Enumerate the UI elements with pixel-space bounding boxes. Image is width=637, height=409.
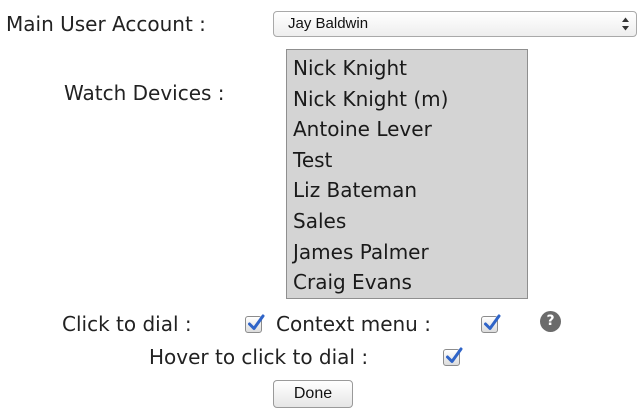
- list-item[interactable]: Nick Knight (m): [293, 84, 527, 115]
- help-icon[interactable]: ?: [540, 311, 561, 332]
- list-item[interactable]: Craig Evans: [293, 267, 527, 298]
- list-item[interactable]: Liz Bateman: [293, 175, 527, 206]
- list-item[interactable]: Test: [293, 145, 527, 176]
- list-item[interactable]: Antoine Lever: [293, 114, 527, 145]
- checkmark-icon: [248, 314, 265, 330]
- done-button[interactable]: Done: [273, 380, 353, 408]
- main-user-account-label: Main User Account :: [6, 12, 206, 36]
- list-item[interactable]: James Palmer: [293, 237, 527, 268]
- hover-to-click-to-dial-label: Hover to click to dial :: [149, 345, 369, 369]
- list-item[interactable]: Nick Knight: [293, 53, 527, 84]
- context-menu-checkbox[interactable]: [481, 314, 501, 333]
- main-user-account-value: Jay Baldwin: [288, 15, 369, 32]
- main-user-account-select[interactable]: Jay Baldwin: [273, 11, 637, 37]
- watch-devices-label: Watch Devices :: [64, 81, 225, 105]
- hover-to-click-to-dial-checkbox[interactable]: [443, 347, 463, 366]
- context-menu-label: Context menu :: [276, 312, 431, 336]
- watch-devices-listbox[interactable]: Nick Knight Nick Knight (m) Antoine Leve…: [286, 49, 528, 299]
- click-to-dial-label: Click to dial :: [62, 312, 192, 336]
- list-item[interactable]: Sales: [293, 206, 527, 237]
- checkmark-icon: [446, 347, 463, 363]
- select-arrows-icon: [622, 17, 629, 31]
- click-to-dial-checkbox[interactable]: [245, 314, 265, 333]
- checkmark-icon: [484, 314, 501, 330]
